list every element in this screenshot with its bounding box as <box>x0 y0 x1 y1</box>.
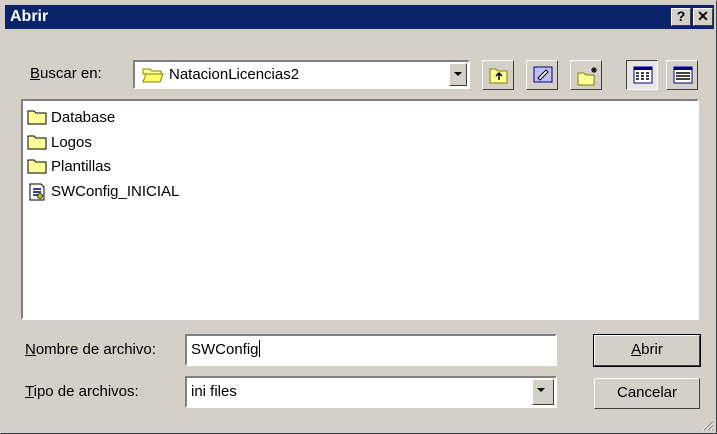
folder-icon <box>27 110 47 125</box>
filetype-label: Tipo de archivos: <box>25 383 139 400</box>
new-folder-icon <box>577 67 597 86</box>
open-folder-icon <box>142 68 164 83</box>
filetype-combo[interactable]: ini files <box>185 376 557 408</box>
close-button[interactable]: ✕ <box>693 8 713 26</box>
help-button[interactable]: ? <box>671 8 691 26</box>
desktop-icon <box>533 66 553 83</box>
lookin-label: Buscar en: <box>30 65 102 82</box>
filename-label: Nombre de archivo: <box>25 341 156 358</box>
filetype-value: ini files <box>191 383 237 400</box>
folder-icon <box>27 135 47 150</box>
text-caret <box>258 340 260 357</box>
filename-value: SWConfig <box>191 340 260 358</box>
desktop-button[interactable] <box>526 60 558 90</box>
config-file-icon <box>29 183 45 201</box>
lookin-dropdown-arrow[interactable] <box>449 63 467 86</box>
file-list[interactable]: Database Logos Plantillas SWConfig_INICI… <box>21 99 699 320</box>
lookin-combo[interactable]: NatacionLicencias2 <box>133 60 470 89</box>
details-view-icon <box>673 66 693 84</box>
lookin-value: NatacionLicencias2 <box>169 66 300 83</box>
up-one-level-button[interactable] <box>482 60 514 90</box>
list-view-button[interactable] <box>626 60 658 90</box>
up-folder-icon <box>489 68 508 84</box>
details-view-button[interactable] <box>666 60 698 90</box>
list-view-icon <box>633 66 653 84</box>
filetype-dropdown-arrow[interactable] <box>532 379 554 405</box>
filename-input[interactable]: SWConfig <box>185 334 557 366</box>
open-button[interactable]: Abrir <box>593 334 701 367</box>
window-title: Abrir <box>10 8 49 25</box>
cancel-button[interactable]: Cancelar <box>594 378 700 409</box>
resize-grip-icon[interactable] <box>700 417 714 431</box>
title-bar[interactable]: Abrir ? ✕ <box>5 5 714 29</box>
open-dialog: Abrir ? ✕ Buscar en: NatacionLicencias2 <box>0 0 717 434</box>
new-folder-button[interactable] <box>570 60 602 90</box>
folder-icon <box>27 159 47 174</box>
